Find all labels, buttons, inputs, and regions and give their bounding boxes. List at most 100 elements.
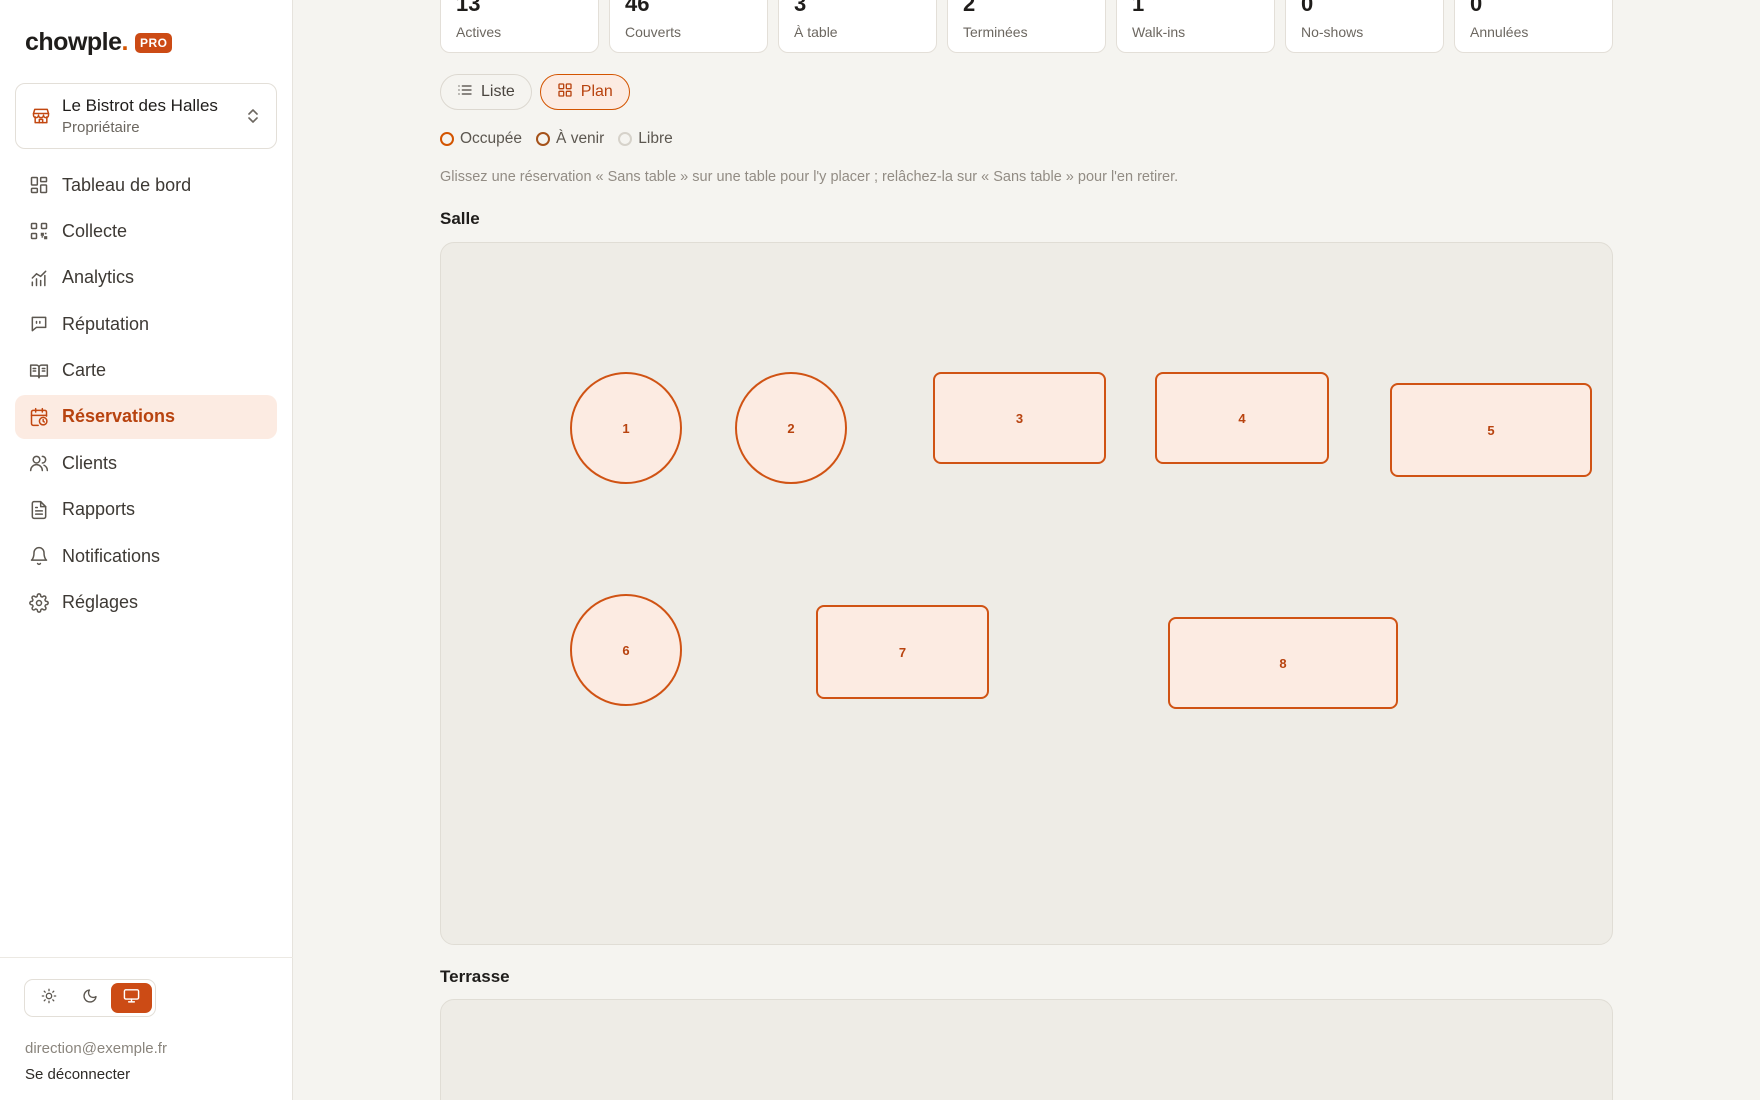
nav-item-rapports[interactable]: Rapports [15, 488, 277, 532]
brand-logo[interactable]: chowple. PRO [25, 28, 173, 57]
nav-item-notifications[interactable]: Notifications [15, 534, 277, 578]
stat-label: Actives [456, 24, 502, 40]
theme-switcher [24, 979, 156, 1017]
theme-system-button[interactable] [110, 983, 152, 1013]
nav-item-clients[interactable]: Clients [15, 441, 277, 485]
section-title-salle: Salle [440, 209, 480, 228]
brand-name: chowple. [25, 28, 129, 56]
book-open-icon [28, 360, 50, 382]
chevron-up-down-icon [242, 108, 264, 124]
legend-upcoming: À venir [536, 130, 604, 148]
nav-label: Clients [62, 452, 118, 473]
stat-card-couverts: 46 Couverts [609, 0, 768, 53]
moon-icon [82, 988, 98, 1009]
sidebar-footer: direction@exemple.fr Se déconnecter [0, 957, 293, 1100]
view-toggle: Liste Plan [440, 74, 630, 110]
calendar-clock-icon [28, 406, 50, 428]
stat-label: À table [794, 24, 838, 40]
stat-value: 0 [1301, 0, 1314, 16]
stat-label: Walk-ins [1132, 24, 1186, 40]
table-6[interactable]: 6 [570, 594, 682, 706]
table-1[interactable]: 1 [570, 372, 682, 484]
list-icon [457, 82, 473, 103]
venue-role: Propriétaire [62, 119, 140, 136]
stat-card-a-table: 3 À table [778, 0, 937, 53]
legend-label: Occupée [460, 130, 523, 147]
message-quote-icon [28, 313, 50, 335]
stat-card-walk-ins: 1 Walk-ins [1116, 0, 1275, 53]
table-2[interactable]: 2 [735, 372, 847, 484]
legend-label: Libre [638, 130, 673, 147]
nav-label: Collecte [62, 220, 128, 241]
stat-value: 3 [794, 0, 807, 16]
stat-value: 0 [1470, 0, 1483, 16]
nav-item-collecte[interactable]: Collecte [15, 209, 277, 253]
gear-icon [28, 592, 50, 614]
nav-label: Réglages [62, 592, 139, 613]
legend-free: Libre [618, 130, 673, 148]
bar-chart-icon [28, 267, 50, 289]
stats-row: 13 Actives 46 Couverts 3 À table 2 Termi… [440, 0, 1613, 53]
occupied-dot-icon [440, 132, 454, 146]
theme-dark-button[interactable] [69, 983, 110, 1013]
table-5[interactable]: 5 [1390, 383, 1592, 477]
theme-light-button[interactable] [28, 983, 69, 1013]
nav-item-reputation[interactable]: Réputation [15, 302, 277, 346]
nav-label: Carte [62, 360, 107, 381]
user-email: direction@exemple.fr [25, 1040, 167, 1057]
logout-link[interactable]: Se déconnecter [25, 1066, 130, 1083]
legend-label: À venir [556, 130, 605, 147]
venue-name: Le Bistrot des Halles [62, 96, 218, 115]
view-plan-label: Plan [580, 83, 613, 100]
table-8[interactable]: 8 [1168, 617, 1398, 709]
venue-switcher[interactable]: Le Bistrot des Halles Propriétaire [15, 83, 277, 149]
stat-card-no-shows: 0 No-shows [1285, 0, 1444, 53]
store-icon [30, 105, 52, 127]
nav-item-tableau-de-bord[interactable]: Tableau de bord [15, 163, 277, 207]
stat-card-actives: 13 Actives [440, 0, 599, 53]
nav-label: Rapports [62, 499, 136, 520]
view-list-label: Liste [481, 83, 515, 100]
main-nav: Tableau de bord Collecte Analytics Réput… [15, 163, 277, 627]
dashboard-icon [28, 174, 50, 196]
table-3[interactable]: 3 [933, 372, 1106, 464]
nav-item-analytics[interactable]: Analytics [15, 256, 277, 300]
stat-value: 46 [625, 0, 650, 16]
floor-plan-salle: 1 2 3 4 5 6 7 8 [440, 242, 1613, 945]
nav-label: Tableau de bord [62, 174, 192, 195]
users-icon [28, 452, 50, 474]
status-legend: Occupée À venir Libre [440, 130, 673, 148]
nav-label: Notifications [62, 545, 161, 566]
file-text-icon [28, 499, 50, 521]
legend-occupied: Occupée [440, 130, 522, 148]
nav-label: Réputation [62, 313, 150, 334]
sidebar: chowple. PRO Le Bistrot des Halles Propr… [0, 0, 293, 1100]
stat-value: 1 [1132, 0, 1145, 16]
grid-icon [557, 82, 573, 103]
stat-value: 13 [456, 0, 481, 16]
free-dot-icon [618, 132, 633, 146]
view-plan-button[interactable]: Plan [539, 74, 630, 110]
stat-label: Annulées [1470, 24, 1529, 40]
nav-item-reglages[interactable]: Réglages [15, 581, 277, 625]
table-4[interactable]: 4 [1155, 372, 1329, 464]
nav-item-reservations[interactable]: Réservations [15, 394, 277, 439]
stat-value: 2 [963, 0, 976, 16]
stat-card-terminees: 2 Terminées [947, 0, 1106, 53]
section-title-terrasse: Terrasse [440, 967, 510, 986]
stat-card-annulees: 0 Annulées [1454, 0, 1613, 53]
upcoming-dot-icon [536, 132, 551, 146]
stat-label: Couverts [625, 24, 682, 40]
pro-badge: PRO [134, 32, 173, 53]
drag-hint: Glissez une réservation « Sans table » s… [440, 169, 1179, 185]
qr-code-icon [28, 220, 50, 242]
stat-label: No-shows [1301, 24, 1364, 40]
floor-plan-terrasse [440, 999, 1613, 1100]
monitor-icon [123, 987, 140, 1009]
nav-label: Réservations [62, 406, 176, 427]
bell-icon [28, 545, 50, 567]
sun-icon [41, 988, 57, 1009]
view-list-button[interactable]: Liste [440, 74, 532, 110]
table-7[interactable]: 7 [816, 605, 989, 699]
nav-item-carte[interactable]: Carte [15, 349, 277, 393]
